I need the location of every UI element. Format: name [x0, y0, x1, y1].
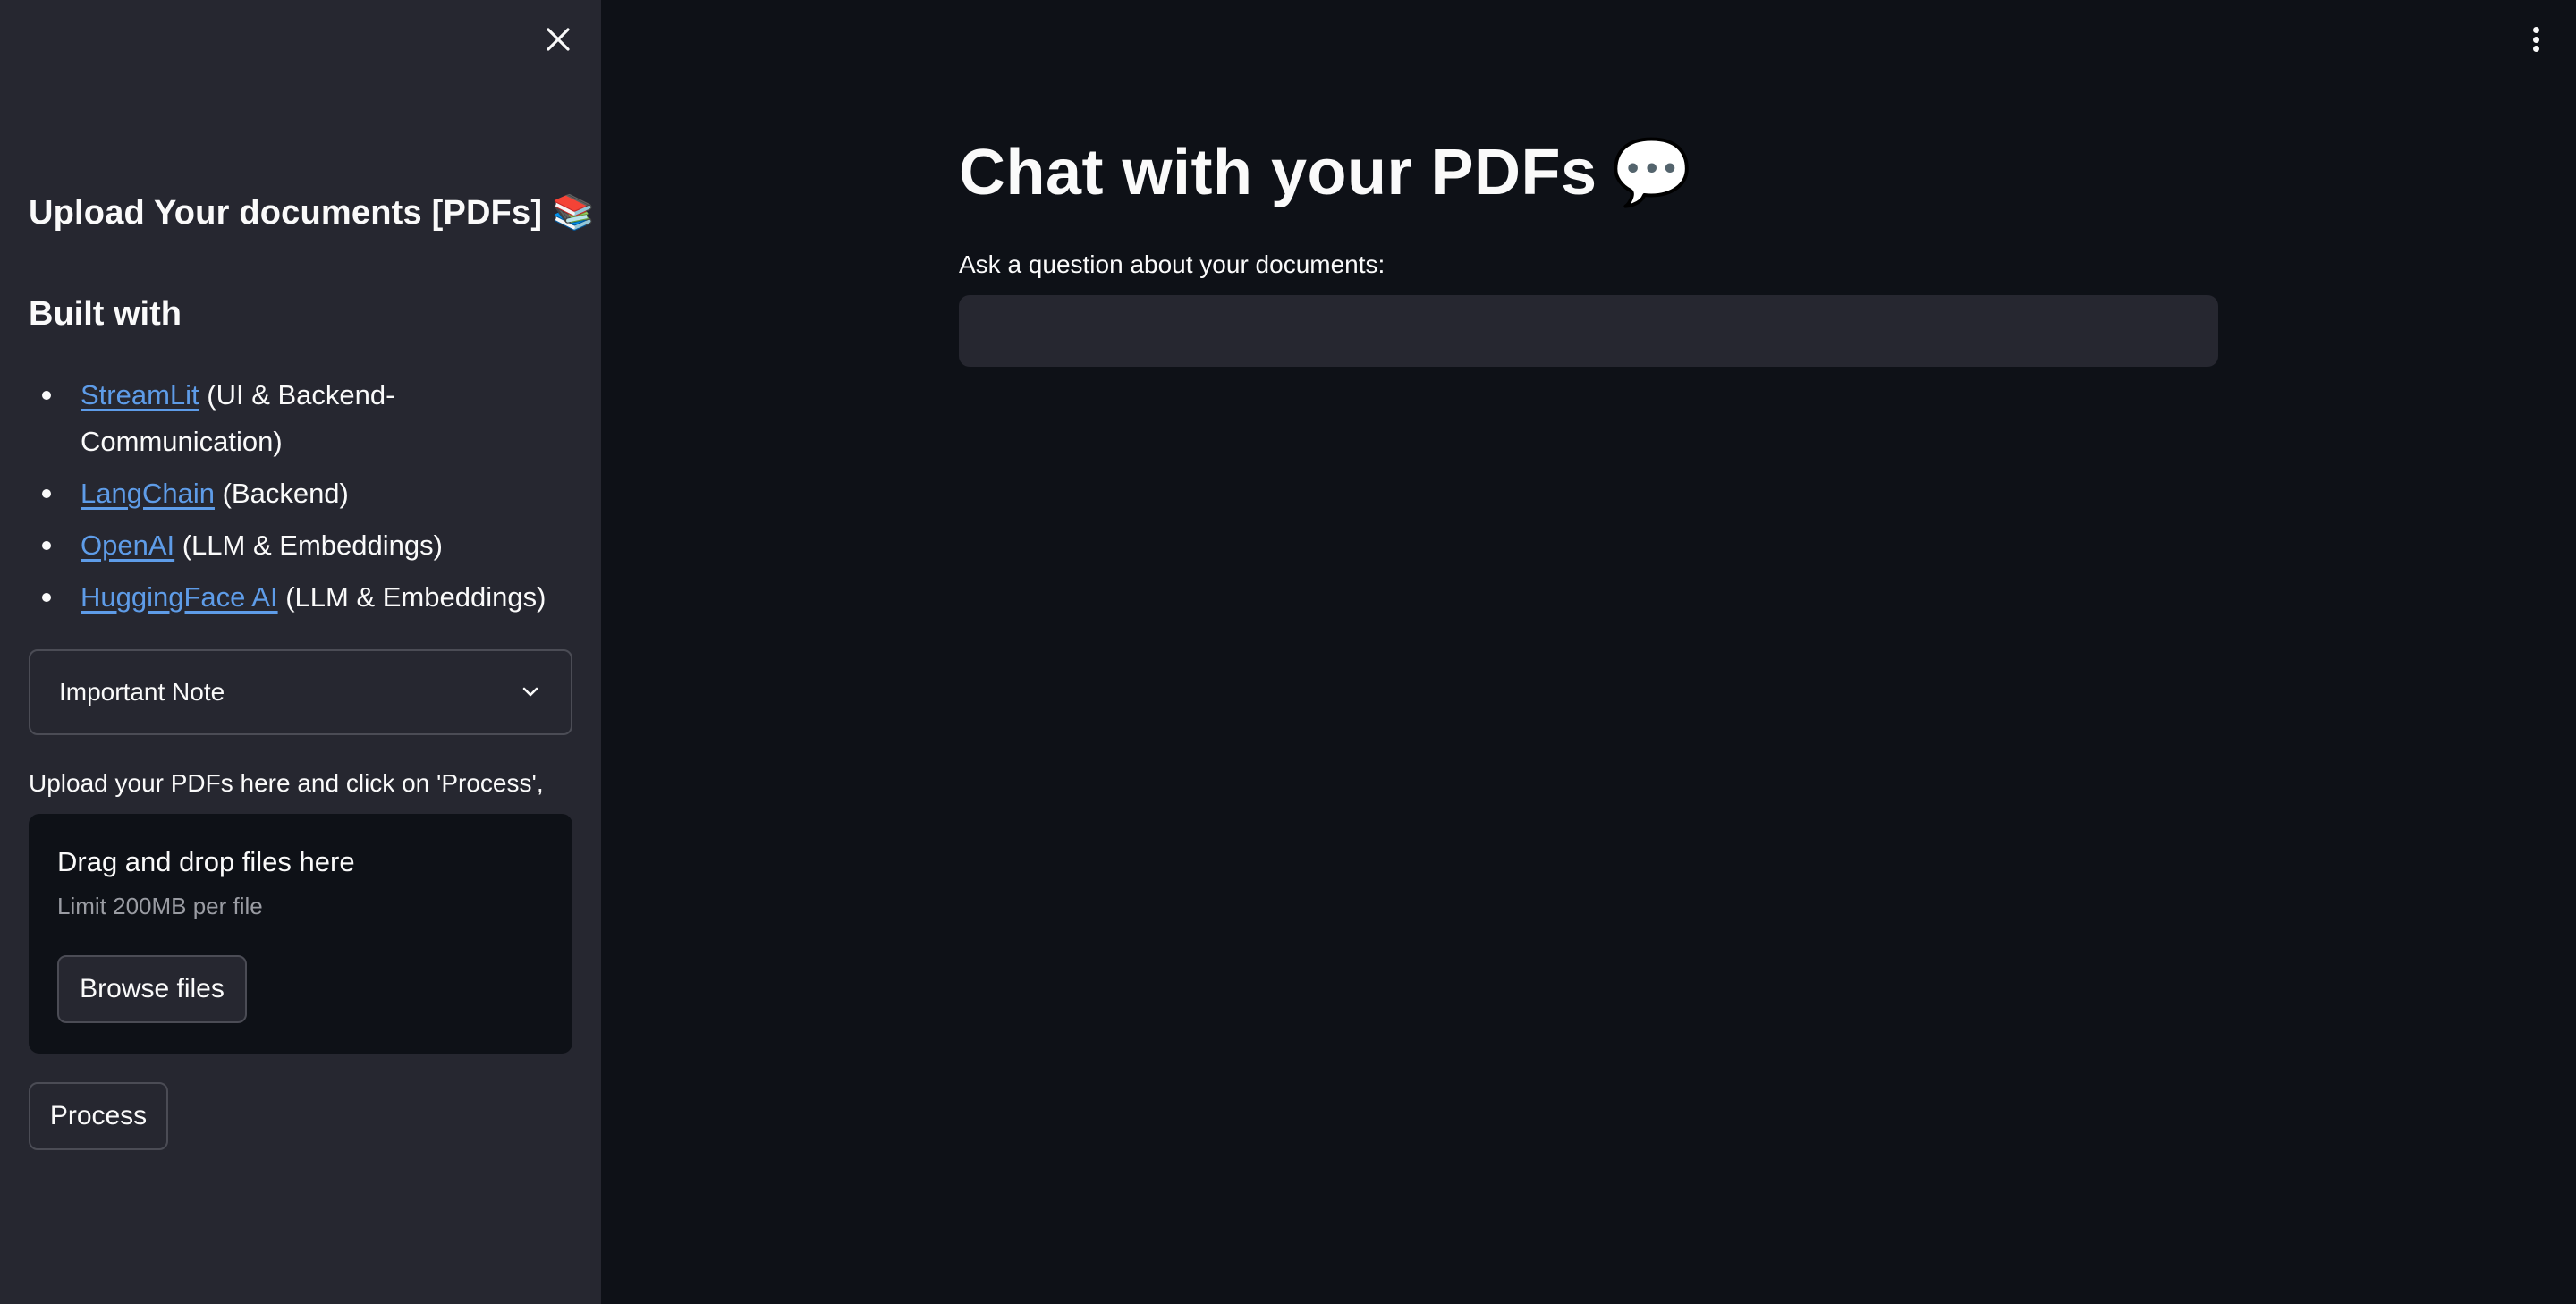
dot [2532, 46, 2539, 52]
built-with-heading: Built with [29, 295, 182, 333]
dot [2532, 36, 2539, 43]
upload-heading: Upload Your documents [PDFs] 📚 [29, 193, 595, 233]
openai-link[interactable]: OpenAI [80, 529, 174, 561]
upload-heading-text: Upload Your documents [PDFs] [29, 194, 543, 232]
list-item-desc: (LLM & Embeddings) [174, 529, 443, 561]
dot [2532, 27, 2539, 33]
upload-label: Upload your PDFs here and click on 'Proc… [29, 769, 544, 797]
page-title-text: Chat with your PDFs [959, 136, 1597, 208]
list-item-desc: (Backend) [214, 478, 349, 509]
bullet [42, 489, 51, 498]
bullet [42, 541, 51, 550]
speech-bubble-emoji: 💬 [1611, 137, 1692, 208]
expander-label: Important Note [59, 678, 225, 706]
sidebar: Upload Your documents [PDFs] 📚 Built wit… [0, 0, 601, 1304]
question-label: Ask a question about your documents: [959, 250, 1385, 278]
bullet [42, 593, 51, 602]
list-item: OpenAI (LLM & Embeddings) [42, 522, 574, 569]
list-item: LangChain (Backend) [42, 470, 574, 517]
streamlit-link[interactable]: StreamLit [80, 379, 199, 411]
tech-list: StreamLit (UI & Backend-Communication) L… [29, 372, 574, 626]
browse-files-button[interactable]: Browse files [57, 955, 247, 1023]
important-note-expander[interactable]: Important Note [29, 649, 572, 735]
list-item: StreamLit (UI & Backend-Communication) [42, 372, 574, 465]
page-title: Chat with your PDFs 💬 [959, 134, 1692, 210]
close-sidebar-button[interactable] [542, 23, 574, 55]
huggingface-link[interactable]: HuggingFace AI [80, 581, 278, 613]
list-item-desc: (LLM & Embeddings) [277, 581, 547, 613]
chevron-down-icon [522, 687, 538, 697]
more-vertical-icon[interactable] [2522, 23, 2549, 55]
close-icon [547, 28, 570, 51]
question-input[interactable] [959, 295, 2218, 367]
bullet [42, 391, 51, 400]
dropzone-limit: Limit 200MB per file [57, 893, 263, 919]
books-emoji: 📚 [552, 194, 595, 232]
app: Upload Your documents [PDFs] 📚 Built wit… [0, 0, 2576, 1304]
file-dropzone[interactable]: Drag and drop files here Limit 200MB per… [29, 814, 572, 1054]
dropzone-title: Drag and drop files here [57, 846, 355, 877]
langchain-link[interactable]: LangChain [80, 478, 215, 509]
list-item: HuggingFace AI (LLM & Embeddings) [42, 574, 574, 621]
process-button[interactable]: Process [29, 1082, 168, 1150]
